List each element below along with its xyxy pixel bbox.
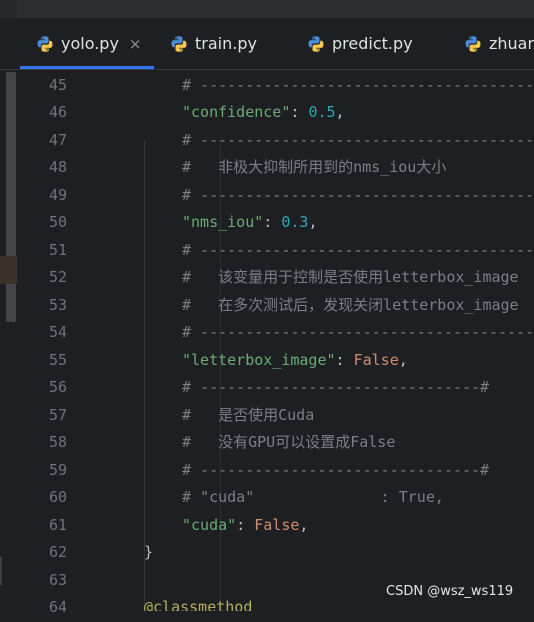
change-marker (0, 256, 17, 284)
line-number: 63 (48, 570, 67, 589)
line-number: 57 (48, 405, 67, 424)
python-file-icon (170, 35, 188, 53)
code-token: # --------------------------------------… (182, 323, 534, 341)
line-number: 49 (48, 185, 67, 204)
code-line[interactable]: # --------------------------------------… (182, 319, 534, 347)
line-number: 53 (48, 295, 67, 314)
code-line[interactable]: } (144, 539, 153, 567)
code-line[interactable]: # --------------------------------------… (182, 237, 534, 265)
code-token: @classmethod (144, 598, 253, 611)
line-number: 54 (48, 323, 67, 341)
code-line[interactable]: # 非极大抑制所用到的nms_iou大小 (182, 154, 446, 182)
tab-predict-py[interactable]: predict.py (307, 18, 413, 69)
tab-label: zhuan (489, 34, 534, 53)
code-line[interactable]: # -------------------------------# (182, 374, 489, 402)
change-marker (0, 557, 2, 585)
line-number: 58 (48, 433, 67, 451)
line-number: 50 (48, 213, 67, 231)
tab-zhuan[interactable]: zhuan (464, 18, 534, 69)
watermark: CSDN @wsz_ws119 (386, 584, 514, 599)
code-line[interactable]: "letterbox_image": False, (182, 347, 408, 375)
code-token: , (308, 213, 318, 231)
code-token: # 在多次测试后，发现关闭letterbox_image (182, 295, 519, 314)
code-token: # --------------------------------------… (182, 240, 534, 259)
line-number: 51 (48, 240, 67, 259)
python-file-icon (36, 35, 54, 53)
python-file-icon (464, 35, 482, 53)
code-token: : (290, 103, 309, 121)
code-line[interactable]: # 在多次测试后，发现关闭letterbox_image (182, 292, 519, 320)
code-line[interactable]: # --------------------------------------… (182, 72, 534, 100)
python-file-icon (307, 35, 325, 53)
line-number: 48 (48, 158, 67, 176)
code-line[interactable]: "cuda": False, (182, 512, 308, 540)
line-number: 62 (48, 543, 67, 561)
code-token: # -------------------------------# (182, 460, 490, 479)
line-number: 60 (48, 488, 67, 506)
tab-yolo-py[interactable]: yolo.py × (20, 18, 153, 69)
code-token: # --------------------------------------… (182, 75, 534, 94)
code-token: "nms_iou" (182, 213, 264, 231)
code-line[interactable]: # 是否使用Cuda (182, 402, 314, 430)
code-token: "cuda" (182, 515, 237, 534)
code-token: # 是否使用Cuda (182, 405, 315, 424)
code-token: "confidence" (182, 103, 291, 121)
editor-tab-bar: yolo.py × train.py predict.py zhuan (0, 18, 534, 70)
line-number: 45 (48, 75, 67, 94)
scrollbar-thumb[interactable] (6, 72, 16, 322)
line-number: 55 (48, 350, 67, 369)
line-number: 56 (48, 378, 67, 396)
line-number: 47 (48, 130, 67, 149)
code-token: # --------------------------------------… (182, 185, 534, 204)
line-number: 46 (48, 103, 67, 121)
code-line[interactable]: # --------------------------------------… (182, 182, 534, 210)
code-token: "letterbox_image" (182, 350, 336, 369)
line-number: 61 (48, 515, 67, 534)
code-token: # "cuda" : True, (182, 488, 444, 506)
line-number: 52 (48, 268, 67, 286)
line-number-gutter: 45 46 47 48 49 50 51 52 53 54 55 56 57 58 59 60 61 62 63 64 (17, 70, 97, 617)
code-line[interactable]: # "cuda" : True, (182, 484, 444, 512)
code-editor[interactable]: # --------------------------------------… (100, 70, 534, 611)
code-token: # -------------------------------# (182, 378, 490, 396)
code-token: 0.5 (308, 103, 336, 121)
code-token: False (353, 350, 399, 369)
code-token: # 非极大抑制所用到的nms_iou大小 (182, 158, 447, 176)
code-token: # --------------------------------------… (182, 130, 534, 149)
close-icon[interactable]: × (129, 35, 142, 53)
code-token: # 该变量用于控制是否使用letterbox_image (182, 268, 519, 286)
code-token: } (144, 543, 154, 561)
code-token: 0.3 (281, 213, 309, 231)
code-token: : (263, 213, 282, 231)
code-token: : (335, 350, 354, 369)
tab-label: yolo.py (61, 34, 119, 53)
code-token: , (299, 515, 309, 534)
code-token: , (398, 350, 408, 369)
window-top-strip (0, 0, 534, 18)
code-token: : (236, 515, 255, 534)
line-number: 59 (48, 460, 67, 479)
code-line[interactable]: # 没有GPU可以设置成False (182, 429, 395, 457)
code-line[interactable]: "nms_iou": 0.3, (182, 209, 317, 237)
tab-label: train.py (195, 34, 257, 53)
code-line[interactable]: "confidence": 0.5, (182, 99, 345, 127)
code-token: , (335, 103, 345, 121)
code-line[interactable]: # -------------------------------# (182, 457, 489, 485)
tab-train-py[interactable]: train.py (170, 18, 257, 69)
code-line[interactable]: # --------------------------------------… (182, 127, 534, 155)
code-line[interactable]: # 该变量用于控制是否使用letterbox_image (182, 264, 519, 292)
top-strip-step (0, 0, 17, 18)
code-line[interactable]: @classmethod (144, 594, 252, 611)
line-number: 64 (48, 598, 67, 616)
tab-label: predict.py (332, 34, 413, 53)
code-token: # 没有GPU可以设置成False (182, 433, 396, 451)
code-token: False (254, 515, 300, 534)
